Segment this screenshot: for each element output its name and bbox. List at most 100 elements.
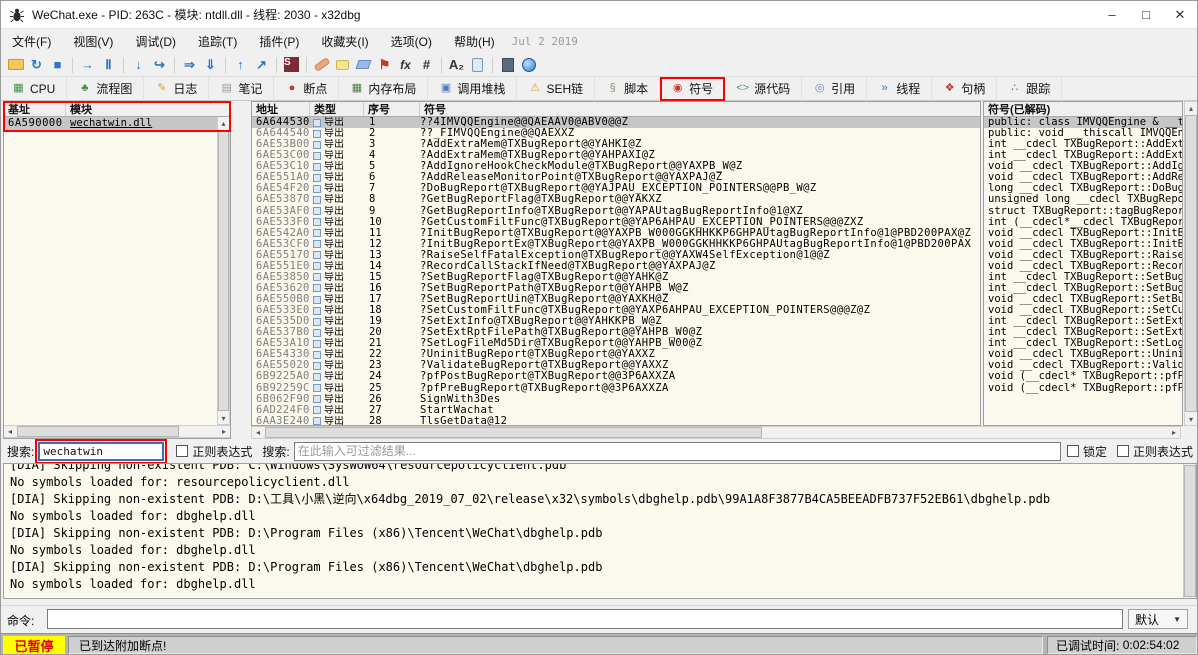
decoded-row[interactable]: void __cdecl TXBugReport::AddReleaseMoni… [984, 172, 1182, 183]
symbol-row[interactable]: 6B062F90导出26SignWith3Des [252, 394, 980, 405]
toolbar-button[interactable] [312, 55, 331, 74]
symbol-row[interactable]: 6AE53850导出15?SetBugReportFlag@TXBugRepor… [252, 272, 980, 283]
tab-references[interactable]: ◎引用 [802, 77, 867, 101]
symbol-row[interactable]: 6AE537B0导出20?SetExtRptFilePath@TXBugRepo… [252, 327, 980, 338]
symbol-row[interactable]: 6AE533F0导出10?GetCustomFiltFunc@TXBugRepo… [252, 217, 980, 228]
toolbar-button[interactable]: → [78, 55, 97, 74]
tab-cpu[interactable]: ▦CPU [1, 77, 67, 101]
scroll-down-icon[interactable]: ▾ [218, 412, 229, 424]
toolbar-button[interactable]: fx [396, 55, 415, 74]
symbol-row[interactable]: 6AE54F20导出7?DoBugReport@TXBugReport@@YAJ… [252, 183, 980, 194]
scroll-up-icon[interactable]: ▴ [218, 117, 229, 129]
menu-item[interactable]: 收藏夹(I) [310, 29, 379, 53]
minimize-button[interactable]: – [1095, 1, 1129, 28]
profile-dropdown[interactable]: 默认 ▼ [1128, 609, 1188, 629]
decoded-row[interactable]: int __cdecl TXBugReport::SetExtRptFilePa… [984, 327, 1182, 338]
decoded-row[interactable]: void __cdecl TXBugReport::InitBugReportE… [984, 239, 1182, 250]
symbol-row[interactable]: 6AE53C00导出4?AddExtraMem@TXBugReport@@YAH… [252, 150, 980, 161]
log-vscrollbar[interactable] [1183, 464, 1196, 598]
symbol-row[interactable]: 6AE535D0导出19?SetExtInfo@TXBugReport@@YAH… [252, 316, 980, 327]
symbol-row[interactable]: 6AE551E0导出14?RecordCallStackIfNeed@TXBug… [252, 261, 980, 272]
decoded-row[interactable]: unsigned long __cdecl TXBugReport::GetBu… [984, 194, 1182, 205]
decoded-row[interactable]: void (__cdecl* TXBugReport::pfPostBugRep… [984, 371, 1182, 382]
toolbar-button[interactable]: Ⅱ [99, 55, 118, 74]
toolbar-button[interactable]: ⇒ [180, 55, 199, 74]
symbols-header-ordinal[interactable]: 序号 [364, 102, 420, 116]
filter-input[interactable] [294, 442, 1061, 461]
tab-trace[interactable]: ∴跟踪 [997, 77, 1062, 101]
decoded-row[interactable]: void __cdecl TXBugReport::ValidateBugRep… [984, 360, 1182, 371]
close-button[interactable]: ✕ [1163, 1, 1197, 28]
decoded-row[interactable]: void __cdecl TXBugReport::RecordCallStac… [984, 261, 1182, 272]
toolbar-button[interactable]: A₂ [447, 55, 466, 74]
tab-memory-map[interactable]: ▦内存布局 [339, 77, 428, 101]
symbol-row[interactable]: 6A644540导出2??_FIMVQQEngine@@QAEXXZ [252, 128, 980, 139]
tab-graph[interactable]: ♣流程图 [67, 77, 144, 101]
menu-item[interactable]: 调试(D) [124, 29, 187, 53]
decoded-header-label[interactable]: 符号(已解码) [984, 102, 1182, 116]
scroll-down-icon[interactable]: ▾ [1185, 413, 1197, 425]
toolbar-button[interactable]: ↗ [252, 55, 271, 74]
symbol-row[interactable]: 6AE53CF0导出12?InitBugReportEx@TXBugReport… [252, 239, 980, 250]
toolbar-button[interactable]: ⇓ [201, 55, 220, 74]
toolbar-button[interactable]: ■ [48, 55, 67, 74]
decoded-row[interactable]: int (__cdecl*__cdecl TXBugReport::GetCus… [984, 217, 1182, 228]
tab-seh[interactable]: ⚠SEH链 [517, 77, 595, 101]
symbol-row[interactable]: 6AE550B0导出17?SetBugReportUin@TXBugReport… [252, 294, 980, 305]
symbols-hscrollbar[interactable]: ◂ ▸ [251, 426, 1181, 439]
scroll-right-icon[interactable]: ▸ [218, 426, 230, 437]
symbol-row[interactable]: 6AE55020导出23?ValidateBugReport@TXBugRepo… [252, 360, 980, 371]
menu-item[interactable]: 选项(O) [380, 29, 443, 53]
decoded-row[interactable]: int __cdecl TXBugReport::SetExtInfo(unsi… [984, 316, 1182, 327]
symbol-row[interactable]: 6AE551A0导出6?AddReleaseMonitorPoint@TXBug… [252, 172, 980, 183]
symbol-row[interactable]: 6B92259C导出25?pfPreBugReport@TXBugReport@… [252, 383, 980, 394]
tab-source[interactable]: <>源代码 [725, 77, 802, 101]
decoded-row[interactable]: void __cdecl TXBugReport::UninitBugRepor… [984, 349, 1182, 360]
tab-call-stack[interactable]: ▣调用堆栈 [428, 77, 517, 101]
toolbar-button[interactable]: ↪ [150, 55, 169, 74]
toolbar-button[interactable]: ⚑ [375, 55, 394, 74]
decoded-row[interactable]: int __cdecl TXBugReport::SetBugReportPat… [984, 283, 1182, 294]
scroll-right-icon[interactable]: ▸ [1168, 427, 1180, 438]
symbol-row[interactable]: 6AE55170导出13?RaiseSelfFatalException@TXB… [252, 250, 980, 261]
symbol-row[interactable]: 6AA3E240导出28TlsGetData@12 [252, 416, 980, 426]
toolbar-button[interactable] [354, 55, 373, 74]
menu-item[interactable]: 帮助(H) [443, 29, 506, 53]
toolbar-button[interactable]: ↓ [129, 55, 148, 74]
module-row[interactable]: 6A590000wechatwin.dll [4, 117, 230, 130]
modules-header-module[interactable]: 模块 [66, 102, 230, 116]
toolbar-button[interactable]: S [282, 55, 301, 74]
toolbar-button[interactable] [468, 55, 487, 74]
decoded-row[interactable]: struct TXBugReport::tagBugReportInfo * _… [984, 206, 1182, 217]
menu-item[interactable]: 文件(F) [1, 29, 62, 53]
regex2-checkbox[interactable] [1117, 445, 1129, 457]
scroll-left-icon[interactable]: ◂ [4, 426, 16, 437]
scroll-left-icon[interactable]: ◂ [252, 427, 264, 438]
symbols-header-type[interactable]: 类型 [310, 102, 364, 116]
symbol-row[interactable]: 6AE53A10导出21?SetLogFileMd5Dir@TXBugRepor… [252, 338, 980, 349]
lock-checkbox[interactable] [1067, 445, 1079, 457]
menu-item[interactable]: 视图(V) [62, 29, 124, 53]
toolbar-button[interactable] [519, 55, 538, 74]
search-input[interactable] [38, 442, 164, 461]
symbols-header-address[interactable]: 地址 [252, 102, 310, 116]
tab-script[interactable]: §脚本 [595, 77, 660, 101]
toolbar-button[interactable]: ↻ [27, 55, 46, 74]
tab-symbols[interactable]: ◉符号 [660, 77, 725, 101]
tab-breakpoints[interactable]: ●断点 [274, 77, 339, 101]
decoded-vscrollbar[interactable]: ▴ ▾ [1184, 101, 1198, 426]
symbol-row[interactable]: 6A644530导出1??4IMVQQEngine@@QAEAAV0@ABV0@… [252, 117, 980, 128]
decoded-row[interactable]: void __cdecl TXBugReport::AddIgnoreHookC… [984, 161, 1182, 172]
decoded-row[interactable]: int __cdecl TXBugReport::SetBugReportFla… [984, 272, 1182, 283]
symbols-header-symbol[interactable]: 符号 [420, 102, 980, 116]
decoded-row[interactable]: void (__cdecl* TXBugReport::pfPreBugRepo… [984, 383, 1182, 394]
decoded-row[interactable]: void __cdecl TXBugReport::RaiseSelfFatal… [984, 250, 1182, 261]
symbol-row[interactable]: 6AE542A0导出11?InitBugReport@TXBugReport@@… [252, 228, 980, 239]
toolbar-button[interactable]: # [417, 55, 436, 74]
modules-hscrollbar[interactable]: ◂ ▸ [4, 425, 230, 438]
decoded-row[interactable]: public: void __thiscall IMVQQEngine::~IM… [984, 128, 1182, 139]
toolbar-button[interactable] [6, 55, 25, 74]
modules-vscrollbar[interactable]: ▴ ▾ [217, 117, 230, 425]
decoded-row[interactable]: void __cdecl TXBugReport::SetBugReportUi… [984, 294, 1182, 305]
modules-header-base[interactable]: 基址 [4, 102, 66, 116]
